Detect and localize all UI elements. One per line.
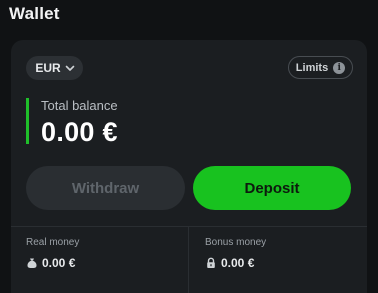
total-balance-label: Total balance bbox=[41, 98, 118, 113]
real-money-balance: Real money 0.00 € bbox=[26, 236, 79, 270]
limits-button[interactable]: Limits i bbox=[288, 56, 353, 79]
info-icon: i bbox=[333, 61, 346, 74]
money-bag-icon bbox=[26, 257, 38, 269]
currency-select[interactable]: EUR bbox=[26, 56, 83, 80]
chevron-down-icon bbox=[64, 62, 76, 74]
bonus-money-balance: Bonus money 0.00 € bbox=[205, 236, 266, 270]
lock-icon bbox=[205, 257, 217, 269]
limits-label: Limits bbox=[295, 61, 329, 74]
divider bbox=[188, 227, 189, 293]
bonus-money-value: 0.00 € bbox=[221, 256, 255, 270]
real-money-value: 0.00 € bbox=[42, 256, 76, 270]
currency-label: EUR bbox=[35, 61, 61, 75]
withdraw-button[interactable]: Withdraw bbox=[26, 166, 185, 210]
divider bbox=[11, 226, 367, 227]
total-balance-value: 0.00 € bbox=[41, 117, 118, 147]
bonus-money-label: Bonus money bbox=[205, 237, 267, 248]
total-balance: Total balance 0.00 € bbox=[26, 98, 118, 147]
page-title: Wallet bbox=[9, 4, 60, 23]
wallet-card: EUR Limits i Total balance 0.00 € Withdr… bbox=[11, 40, 367, 293]
deposit-button[interactable]: Deposit bbox=[193, 166, 351, 210]
real-money-label: Real money bbox=[26, 237, 80, 248]
